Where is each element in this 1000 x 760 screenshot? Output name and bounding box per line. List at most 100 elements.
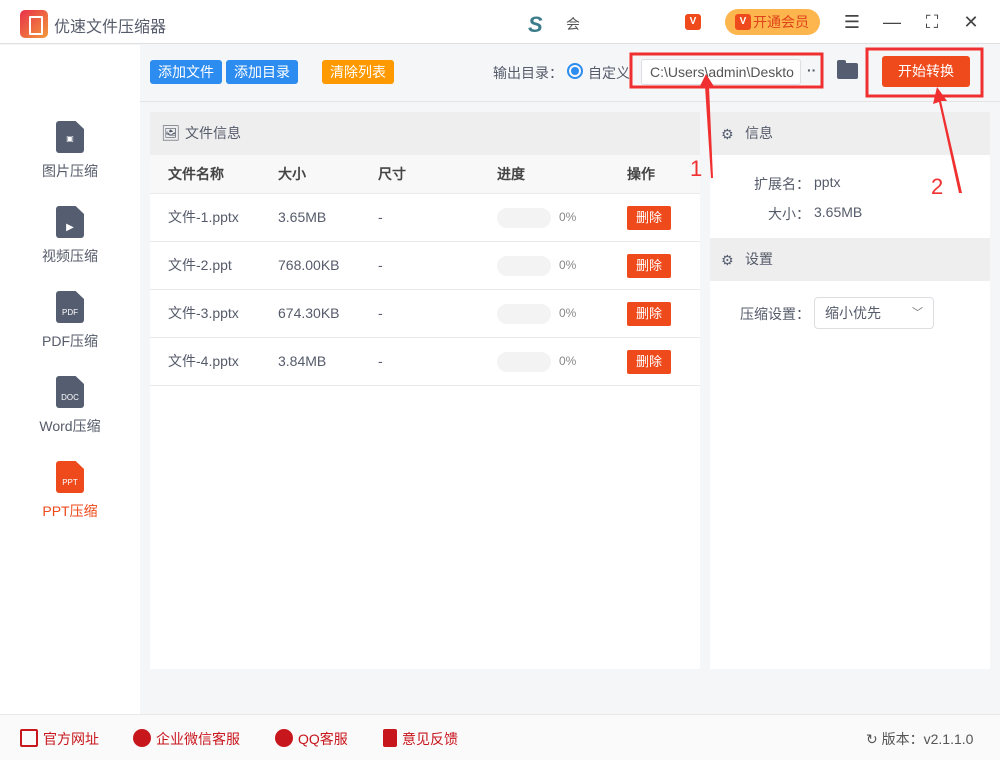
image-icon: 🖼: [161, 125, 181, 142]
file-dimension: -: [378, 209, 383, 225]
delete-button[interactable]: 删除: [627, 206, 671, 230]
progress-bar: [497, 304, 551, 324]
progress-bar: [497, 256, 551, 276]
sidebar-item-label: PPT压缩: [42, 503, 98, 519]
col-name: 文件名称: [168, 166, 224, 182]
progress-percent: 0%: [559, 354, 577, 368]
progress-percent: 0%: [559, 210, 577, 224]
feedback-link[interactable]: 意见反馈: [383, 729, 458, 749]
website-label: 官方网址: [43, 731, 99, 747]
table-row: 文件-1.pptx 3.65MB - 0% 删除: [150, 194, 700, 242]
s-logo-icon: S: [528, 12, 543, 37]
vip-icon[interactable]: V: [685, 14, 701, 30]
file-dimension: -: [378, 257, 383, 273]
info-panel: ⚙ 信息 扩展名： pptx 大小： 3.65MB ⚙ 设置 压缩设置：: [710, 112, 990, 669]
file-name: 文件-2.ppt: [168, 257, 232, 273]
wechat-icon: [133, 729, 151, 747]
file-name: 文件-3.pptx: [168, 305, 239, 321]
col-action: 操作: [627, 166, 655, 182]
wechat-label: 企业微信客服: [156, 731, 240, 747]
gear-icon: ⚙: [721, 126, 734, 142]
delete-button[interactable]: 删除: [627, 350, 671, 374]
ppt-file-icon: PPT: [56, 461, 84, 493]
version: ↻ 版本：v2.1.1.0: [866, 729, 973, 749]
wechat-service-link[interactable]: 企业微信客服: [133, 729, 240, 749]
app-title: 优速文件压缩器: [54, 19, 167, 36]
sidebar-item-video[interactable]: ▶ 视频压缩: [0, 206, 140, 266]
refresh-icon[interactable]: ↻: [866, 731, 882, 747]
website-link[interactable]: 官方网址: [20, 729, 99, 749]
file-name: 文件-1.pptx: [168, 209, 239, 225]
progress-percent: 0%: [559, 306, 577, 320]
file-dimension: -: [378, 305, 383, 321]
sidebar-item-label: 视频压缩: [42, 248, 98, 264]
clear-list-button[interactable]: 清除列表: [322, 60, 394, 84]
ext-label: 扩展名：: [754, 176, 810, 192]
qq-label: QQ客服: [298, 731, 348, 747]
version-text: 版本：v2.1.1.0: [881, 731, 974, 747]
progress-bar: [497, 352, 551, 372]
start-convert-button[interactable]: 开始转换: [882, 56, 970, 87]
table-header: 文件名称 大小 尺寸 进度 操作: [150, 155, 700, 194]
file-size: 3.84MB: [278, 353, 327, 369]
doc-file-icon: DOC: [56, 376, 84, 408]
table-row: 文件-3.pptx 674.30KB - 0% 删除: [150, 290, 700, 338]
file-info-panel: 🖼 文件信息 文件名称 大小 尺寸 进度 操作 文件-1.pptx 3.65MB …: [150, 112, 700, 669]
qq-icon: [275, 729, 293, 747]
center-text: 会: [566, 16, 580, 32]
file-size: 674.30KB: [278, 305, 340, 321]
file-size: 3.65MB: [278, 209, 327, 225]
minimize-icon[interactable]: —: [880, 10, 904, 34]
sidebar-item-word[interactable]: DOC Word压缩: [0, 376, 140, 436]
sidebar-item-label: 图片压缩: [42, 163, 98, 179]
table-row: 文件-4.pptx 3.84MB - 0% 删除: [150, 338, 700, 386]
delete-button[interactable]: 删除: [627, 302, 671, 326]
delete-button[interactable]: 删除: [627, 254, 671, 278]
table-row: 文件-2.ppt 768.00KB - 0% 删除: [150, 242, 700, 290]
app-logo: [20, 10, 48, 38]
progress-percent: 0%: [559, 258, 577, 272]
sidebar-item-ppt[interactable]: PPT PPT压缩: [0, 461, 140, 521]
file-panel-title: 文件信息: [185, 125, 241, 141]
qq-service-link[interactable]: QQ客服: [275, 729, 348, 749]
close-icon[interactable]: ✕: [959, 10, 983, 34]
sidebar-item-label: Word压缩: [39, 418, 101, 434]
website-icon: [20, 729, 38, 747]
compress-setting-label: 压缩设置：: [740, 306, 810, 322]
size-label: 大小：: [768, 206, 810, 222]
size-value: 3.65MB: [814, 204, 863, 220]
file-name: 文件-4.pptx: [168, 353, 239, 369]
feedback-label: 意见反馈: [402, 731, 458, 747]
col-progress: 进度: [497, 166, 525, 182]
ext-value: pptx: [814, 174, 841, 190]
compress-setting-value: 缩小优先: [825, 305, 881, 321]
divider: [140, 101, 1000, 102]
sidebar-item-pdf[interactable]: PDF PDF压缩: [0, 291, 140, 351]
image-file-icon: ▣: [56, 121, 84, 153]
file-dimension: -: [378, 353, 383, 369]
file-panel-header: 🖼 文件信息: [150, 112, 700, 155]
compress-setting-select[interactable]: 缩小优先 ﹀: [814, 297, 934, 329]
feedback-icon: [383, 729, 397, 747]
sidebar-item-label: PDF压缩: [42, 333, 98, 349]
sidebar-item-image[interactable]: ▣ 图片压缩: [0, 121, 140, 181]
folder-icon[interactable]: [837, 60, 858, 79]
col-dimension: 尺寸: [378, 166, 406, 182]
output-dir-label: 输出目录：: [493, 65, 563, 81]
add-file-button[interactable]: 添加文件: [150, 60, 222, 84]
info-header: ⚙ 信息: [710, 112, 990, 155]
custom-label: 自定义: [588, 65, 630, 81]
settings-title: 设置: [745, 251, 773, 267]
pdf-file-icon: PDF: [56, 291, 84, 323]
info-title: 信息: [745, 125, 773, 141]
gear-icon: ⚙: [721, 252, 734, 268]
output-path-input[interactable]: C:\Users\admin\Deskto: [641, 59, 801, 85]
file-size: 768.00KB: [278, 257, 340, 273]
maximize-icon[interactable]: ⛶: [920, 10, 944, 34]
vip-button[interactable]: 开通会员: [725, 9, 820, 35]
menu-icon[interactable]: ☰: [840, 10, 864, 34]
custom-radio[interactable]: [567, 63, 583, 79]
add-directory-button[interactable]: 添加目录: [226, 60, 298, 84]
browse-more-button[interactable]: ··: [807, 62, 816, 78]
progress-bar: [497, 208, 551, 228]
